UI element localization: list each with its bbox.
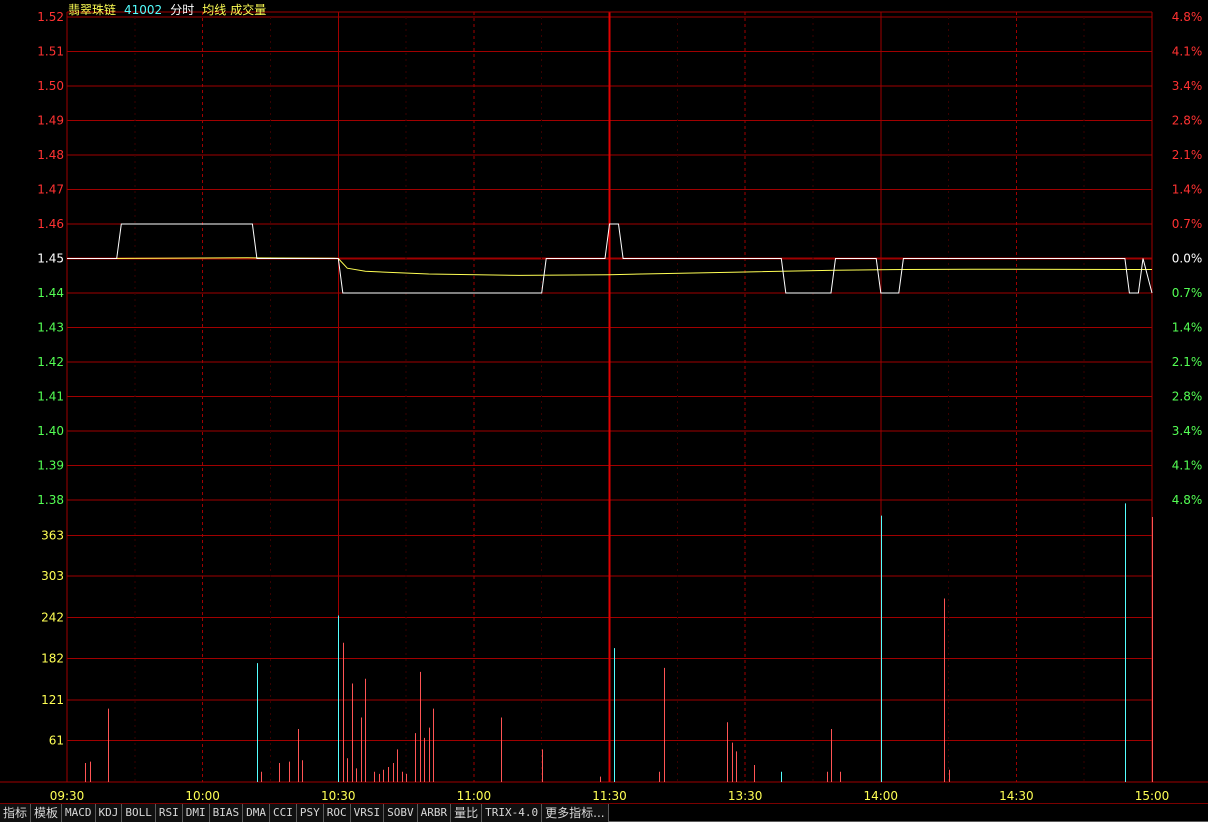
percent-tick-label: 2.8%: [1172, 390, 1203, 404]
chart-canvas[interactable]: 1.52 4.8% 1.51 4.1% 1.50 3.4% 1.49 2.8% 1.48 2.1%…: [0, 0, 1208, 803]
toolbar-tab[interactable]: SOBV: [384, 804, 418, 822]
toolbar-tab[interactable]: DMI: [182, 804, 210, 822]
price-tick-label: 1.45: [37, 252, 64, 266]
time-tick-label: 11:00: [457, 789, 492, 803]
price-tick-label: 1.42: [37, 355, 64, 369]
percent-tick-label: 2.1%: [1172, 148, 1203, 162]
price-tick-label: 1.46: [37, 217, 64, 231]
toolbar-tab[interactable]: RSI: [155, 804, 183, 822]
toolbar-tab[interactable]: DMA: [243, 804, 271, 822]
percent-tick-label: 0.7%: [1172, 286, 1203, 300]
toolbar-tab[interactable]: ROC: [323, 804, 351, 822]
toolbar-tab[interactable]: CCI: [270, 804, 297, 822]
price-tick-label: 1.52: [37, 10, 64, 24]
price-tick-label: 1.48: [37, 148, 64, 162]
price-tick-label: 1.44: [37, 286, 64, 300]
toolbar-tab[interactable]: VRSI: [350, 804, 385, 822]
toolbar-tab[interactable]: ARBR: [417, 804, 452, 822]
time-tick-label: 09:30: [50, 789, 85, 803]
volume-tick-label: 61: [49, 734, 64, 748]
stock-code: 41002: [124, 3, 163, 17]
price-tick-label: 1.40: [37, 424, 64, 438]
price-tick-label: 1.49: [37, 114, 64, 128]
time-tick-label: 13:30: [728, 789, 763, 803]
time-tick-label: 14:00: [863, 789, 898, 803]
percent-tick-label: 3.4%: [1172, 424, 1203, 438]
percent-tick-label: 4.8%: [1172, 10, 1203, 24]
time-tick-label: 14:30: [999, 789, 1034, 803]
percent-tick-label: 0.0%: [1172, 252, 1203, 266]
toolbar-empty-area: [608, 804, 1208, 822]
mode-label: 分时: [170, 3, 195, 17]
percent-tick-label: 1.4%: [1172, 321, 1203, 335]
toolbar-tab[interactable]: 模板: [31, 804, 63, 822]
indicator-toolbar: 指标 模板 MACD KDJ BOLL RSI DMI BIAS DMA CCI PSY ROC VRS…: [0, 803, 1208, 822]
price-tick-label: 1.38: [37, 493, 64, 507]
avg-line-label: 均线: [202, 3, 227, 17]
price-tick-label: 1.39: [37, 459, 64, 473]
toolbar-tab[interactable]: PSY: [296, 804, 324, 822]
price-tick-label: 1.51: [37, 45, 64, 59]
toolbar-tab[interactable]: 量比: [451, 804, 483, 822]
price-tick-label: 1.47: [37, 183, 64, 197]
toolbar-tab[interactable]: KDJ: [95, 804, 123, 822]
toolbar-tab[interactable]: 指标: [0, 804, 32, 822]
percent-tick-label: 0.7%: [1172, 217, 1203, 231]
toolbar-tab[interactable]: TRIX-4.0: [482, 804, 543, 822]
intraday-chart[interactable]: 1.52 4.8% 1.51 4.1% 1.50 3.4% 1.49 2.8% 1.48 2.1%…: [0, 0, 1208, 803]
toolbar-tab[interactable]: BIAS: [209, 804, 244, 822]
percent-tick-label: 4.1%: [1172, 45, 1203, 59]
toolbar-tab[interactable]: 更多指标...: [542, 804, 609, 822]
percent-tick-label: 2.1%: [1172, 355, 1203, 369]
volume-tick-label: 182: [41, 651, 64, 665]
price-tick-label: 1.41: [37, 390, 64, 404]
volume-tick-label: 121: [41, 693, 64, 707]
chart-header: 翡翠珠链 41002 分时 均线 成交量: [68, 2, 274, 18]
volume-tick-label: 303: [41, 569, 64, 583]
time-tick-label: 15:00: [1135, 789, 1170, 803]
volume-tick-label: 363: [41, 528, 64, 542]
time-tick-label: 10:30: [321, 789, 356, 803]
volume-label: 成交量: [230, 3, 267, 17]
percent-tick-label: 4.1%: [1172, 459, 1203, 473]
percent-tick-label: 4.8%: [1172, 493, 1203, 507]
price-tick-label: 1.50: [37, 79, 64, 93]
percent-tick-label: 2.8%: [1172, 114, 1203, 128]
time-tick-label: 11:30: [592, 789, 627, 803]
toolbar-tab[interactable]: BOLL: [122, 804, 156, 822]
price-tick-label: 1.43: [37, 321, 64, 335]
stock-name: 翡翠珠链: [68, 3, 117, 17]
percent-tick-label: 1.4%: [1172, 183, 1203, 197]
percent-tick-label: 3.4%: [1172, 79, 1203, 93]
volume-tick-label: 242: [41, 611, 64, 625]
toolbar-tab[interactable]: MACD: [62, 804, 96, 822]
time-tick-label: 10:00: [185, 789, 220, 803]
